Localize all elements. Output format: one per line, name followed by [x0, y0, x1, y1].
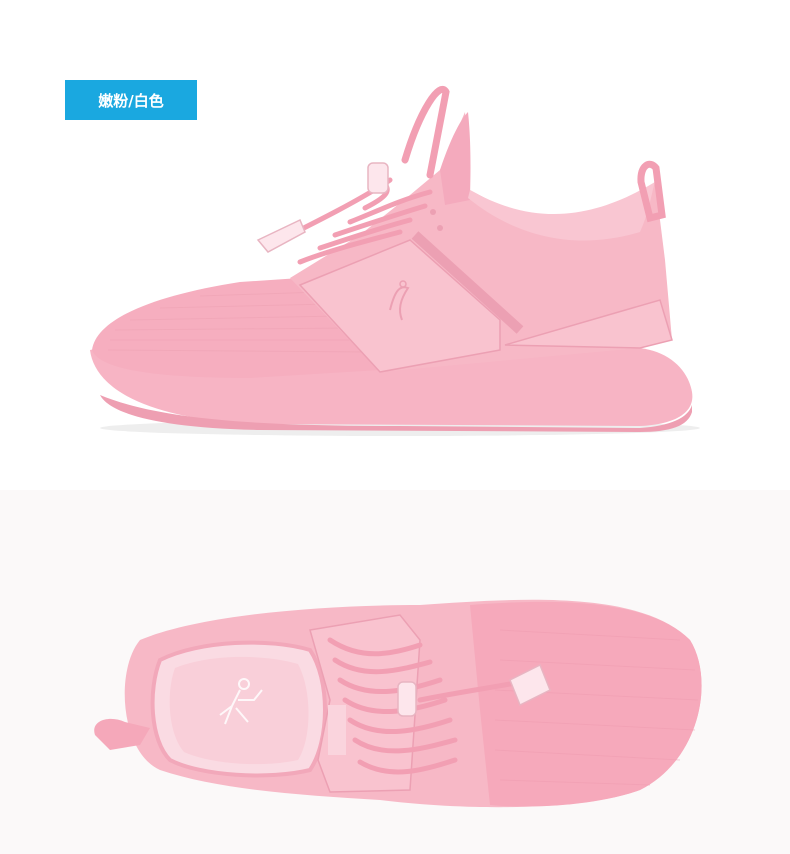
sneaker-top-view-image	[94, 599, 702, 808]
color-badge: 嫩粉/白色	[65, 80, 197, 120]
